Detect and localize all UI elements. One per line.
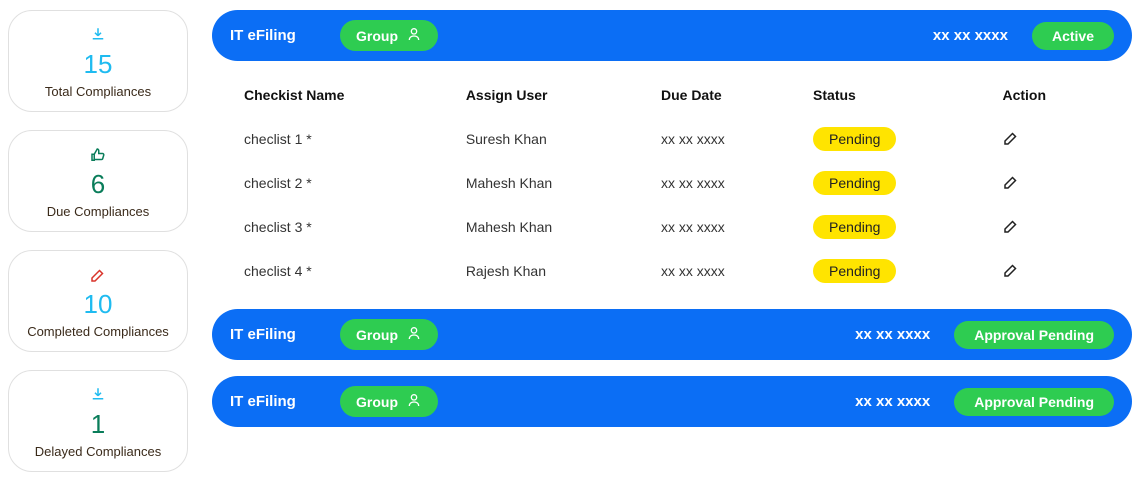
checklist-table: Checkist Name Assign User Due Date Statu… [236,77,1108,293]
col-user: Assign User [458,77,653,117]
col-status: Status [805,77,994,117]
checklist-table-wrap: Checkist Name Assign User Due Date Statu… [212,77,1132,293]
group-label: Group [356,28,398,44]
bar-title: IT eFiling [230,393,320,410]
bar-title: IT eFiling [230,27,320,44]
table-row: checlist 2 * Mahesh Khan xx xx xxxx Pend… [236,161,1108,205]
stat-label: Completed Compliances [27,324,169,339]
cell-user: Mahesh Khan [458,161,653,205]
sidebar: 15 Total Compliances 6 Due Compliances 1… [8,10,188,490]
stat-total-compliances[interactable]: 15 Total Compliances [8,10,188,112]
bar-date: xx xx xxxx [933,27,1008,44]
group-pill[interactable]: Group [340,20,438,51]
table-row: checlist 3 * Mahesh Khan xx xx xxxx Pend… [236,205,1108,249]
group-label: Group [356,394,398,410]
status-badge: Pending [813,259,896,283]
cell-user: Mahesh Khan [458,205,653,249]
stat-label: Due Compliances [47,204,150,219]
cell-name: checlist 4 * [236,249,458,293]
main-content: IT eFiling Group xx xx xxxx Active Check… [212,10,1132,490]
col-due: Due Date [653,77,805,117]
bar-date: xx xx xxxx [855,326,930,343]
edit-button[interactable] [1002,129,1020,147]
table-row: checlist 4 * Rajesh Khan xx xx xxxx Pend… [236,249,1108,293]
compliance-bar-active[interactable]: IT eFiling Group xx xx xxxx Active [212,10,1132,61]
cell-due: xx xx xxxx [653,249,805,293]
user-icon [406,26,422,45]
cell-name: checlist 1 * [236,117,458,161]
thumbs-up-icon [88,145,108,165]
group-pill[interactable]: Group [340,319,438,350]
cell-due: xx xx xxxx [653,205,805,249]
table-row: checlist 1 * Suresh Khan xx xx xxxx Pend… [236,117,1108,161]
stat-number: 1 [91,409,105,440]
cell-name: checlist 3 * [236,205,458,249]
cell-due: xx xx xxxx [653,117,805,161]
bar-date: xx xx xxxx [855,393,930,410]
cell-user: Rajesh Khan [458,249,653,293]
edit-button[interactable] [1002,173,1020,191]
stat-number: 6 [91,169,105,200]
group-label: Group [356,327,398,343]
status-pill-active: Active [1032,22,1114,50]
compliance-bar-pending[interactable]: IT eFiling Group xx xx xxxx Approval Pen… [212,376,1132,427]
edit-icon [88,265,108,285]
status-badge: Pending [813,215,896,239]
stat-completed-compliances[interactable]: 10 Completed Compliances [8,250,188,352]
status-badge: Pending [813,171,896,195]
download-icon [88,385,108,405]
status-pill-pending: Approval Pending [954,321,1114,349]
stat-delayed-compliances[interactable]: 1 Delayed Compliances [8,370,188,472]
stat-number: 15 [84,49,113,80]
cell-name: checlist 2 * [236,161,458,205]
status-badge: Pending [813,127,896,151]
col-name: Checkist Name [236,77,458,117]
stat-number: 10 [84,289,113,320]
status-pill-pending: Approval Pending [954,388,1114,416]
col-action: Action [994,77,1108,117]
user-icon [406,325,422,344]
edit-button[interactable] [1002,217,1020,235]
bar-title: IT eFiling [230,326,320,343]
compliance-bar-pending[interactable]: IT eFiling Group xx xx xxxx Approval Pen… [212,309,1132,360]
edit-button[interactable] [1002,261,1020,279]
cell-due: xx xx xxxx [653,161,805,205]
stat-label: Total Compliances [45,84,151,99]
user-icon [406,392,422,411]
download-icon [88,25,108,45]
stat-due-compliances[interactable]: 6 Due Compliances [8,130,188,232]
group-pill[interactable]: Group [340,386,438,417]
cell-user: Suresh Khan [458,117,653,161]
stat-label: Delayed Compliances [35,444,161,459]
